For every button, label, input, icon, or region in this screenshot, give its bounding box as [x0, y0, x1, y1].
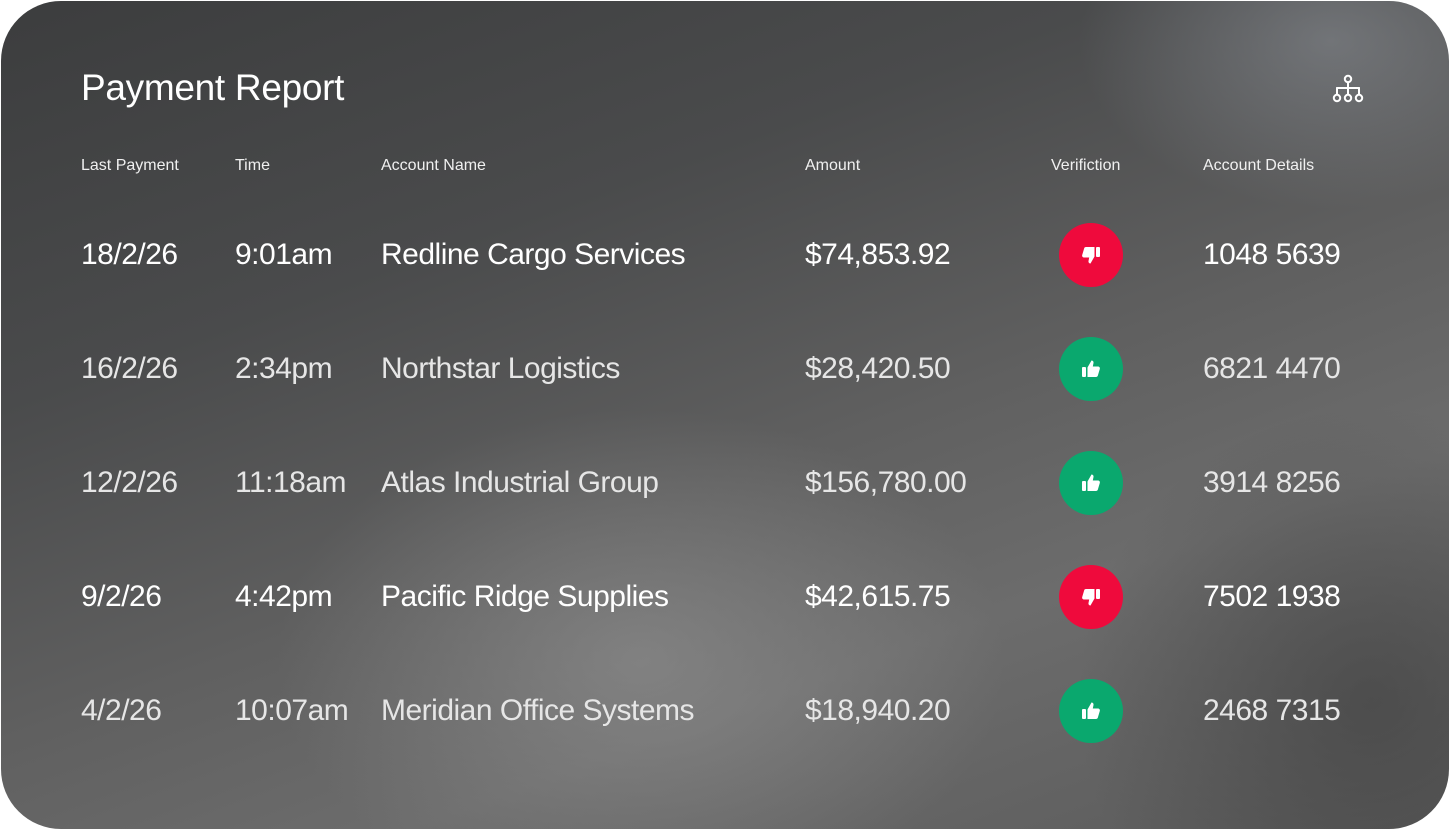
cell-amount: $74,853.92	[805, 238, 951, 271]
cell-time: 10:07am	[235, 694, 349, 727]
header-last-payment: Last Payment	[81, 157, 179, 174]
thumbs-up-icon	[1082, 474, 1100, 491]
cell-last-payment: 9/2/26	[81, 580, 162, 613]
verification-approved-button[interactable]	[1059, 451, 1123, 515]
cell-account-details: 6821 4470	[1203, 352, 1341, 385]
table-row[interactable]: 4/2/26 10:07am Meridian Office Systems $…	[1, 676, 1449, 746]
page-title: Payment Report	[81, 67, 345, 108]
table-row[interactable]: 9/2/26 4:42pm Pacific Ridge Supplies $42…	[1, 562, 1449, 632]
header-amount: Amount	[805, 157, 861, 174]
cell-time: 9:01am	[235, 238, 333, 271]
payment-report-card: Payment Report Last Payment Time Account…	[1, 1, 1449, 829]
cell-amount: $28,420.50	[805, 352, 951, 385]
cell-time: 2:34pm	[235, 352, 333, 385]
cell-amount: $18,940.20	[805, 694, 951, 727]
cell-last-payment: 18/2/26	[81, 238, 178, 271]
header-account-details: Account Details	[1203, 157, 1315, 174]
cell-account-name: Northstar Logistics	[381, 352, 620, 385]
cell-time: 4:42pm	[235, 580, 333, 613]
table-row[interactable]: 12/2/26 11:18am Atlas Industrial Group $…	[1, 448, 1449, 518]
table-row[interactable]: 16/2/26 2:34pm Northstar Logistics $28,4…	[1, 334, 1449, 404]
cell-account-name: Atlas Industrial Group	[381, 466, 659, 499]
cell-amount: $156,780.00	[805, 466, 967, 499]
thumbs-down-icon	[1082, 247, 1100, 264]
cell-last-payment: 16/2/26	[81, 352, 178, 385]
header-time: Time	[235, 157, 270, 174]
header-account-name: Account Name	[381, 157, 486, 174]
cell-time: 11:18am	[235, 466, 347, 499]
cell-account-details: 2468 7315	[1203, 694, 1341, 727]
verification-rejected-button[interactable]	[1059, 223, 1123, 287]
header-verification: Verifiction	[1051, 157, 1121, 174]
cell-account-name: Meridian Office Systems	[381, 694, 695, 727]
table-header: Last Payment Time Account Name Amount Ve…	[1, 157, 1449, 179]
hierarchy-icon[interactable]	[1331, 73, 1365, 107]
cell-account-name: Pacific Ridge Supplies	[381, 580, 669, 613]
thumbs-up-icon	[1082, 360, 1100, 377]
verification-rejected-button[interactable]	[1059, 565, 1123, 629]
verification-approved-button[interactable]	[1059, 679, 1123, 743]
cell-last-payment: 12/2/26	[81, 466, 178, 499]
table-row[interactable]: 18/2/26 9:01am Redline Cargo Services $7…	[1, 220, 1449, 290]
thumbs-down-icon	[1082, 589, 1100, 606]
verification-approved-button[interactable]	[1059, 337, 1123, 401]
cell-amount: $42,615.75	[805, 580, 951, 613]
cell-last-payment: 4/2/26	[81, 694, 162, 727]
thumbs-up-icon	[1082, 702, 1100, 719]
cell-account-details: 3914 8256	[1203, 466, 1341, 499]
cell-account-details: 7502 1938	[1203, 580, 1341, 613]
cell-account-details: 1048 5639	[1203, 238, 1341, 271]
cell-account-name: Redline Cargo Services	[381, 238, 686, 271]
